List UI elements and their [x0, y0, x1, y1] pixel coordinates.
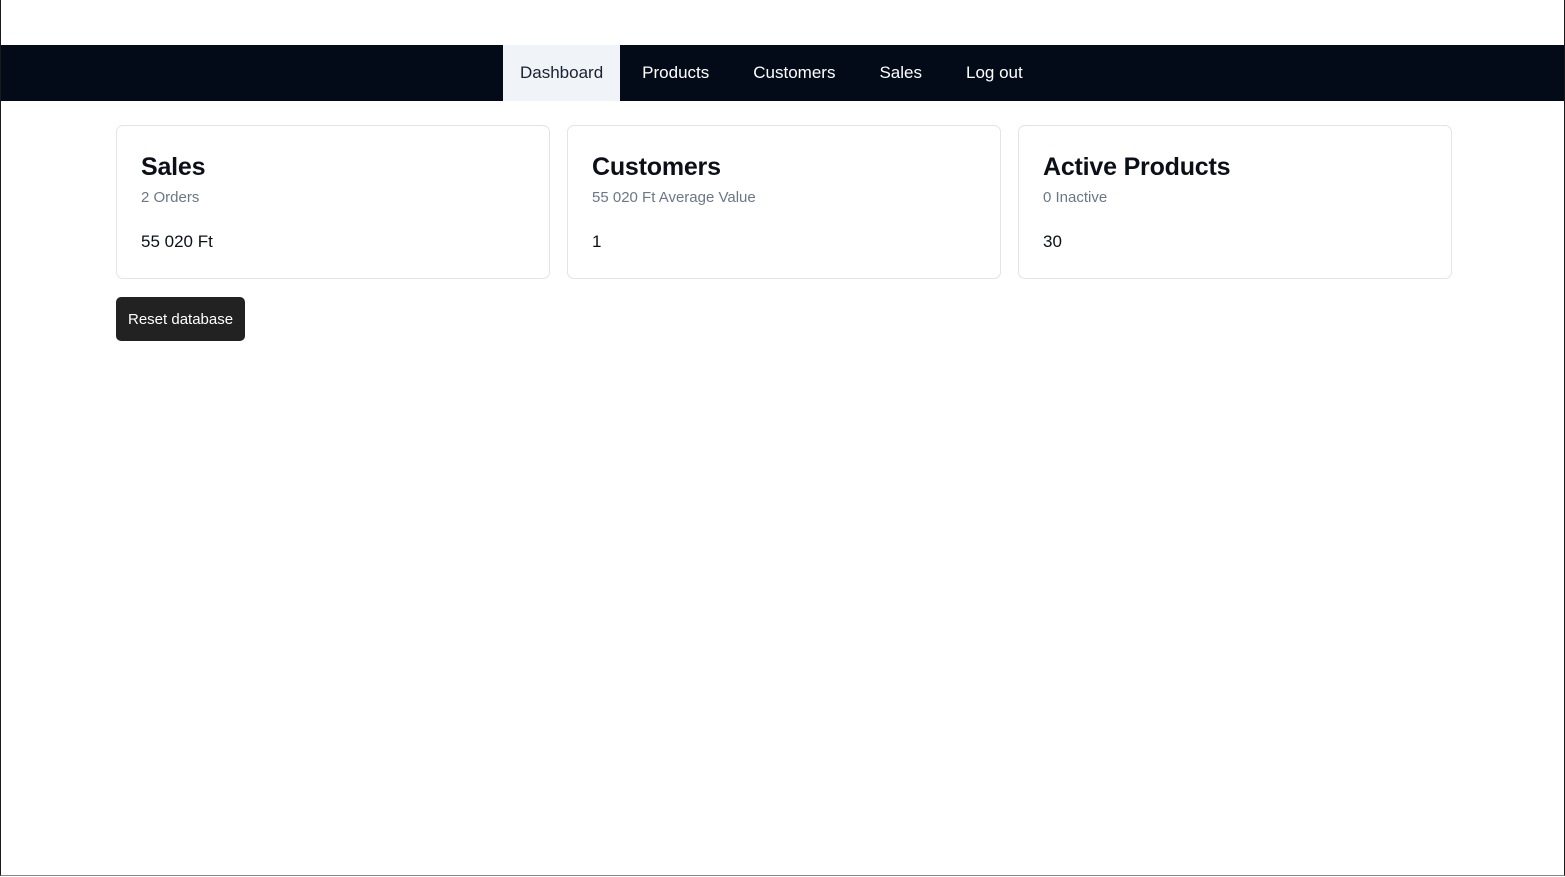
active-products-card: Active Products 0 Inactive 30: [1018, 125, 1452, 279]
card-subtitle: 0 Inactive: [1043, 189, 1108, 206]
summary-cards: Sales 2 Orders 55 020 Ft Customers 55 02…: [116, 125, 1452, 279]
sales-card: Sales 2 Orders 55 020 Ft: [116, 125, 550, 279]
main-nav: Dashboard Products Customers Sales Log o…: [503, 45, 1045, 101]
card-title: Sales: [141, 153, 206, 181]
card-title: Active Products: [1043, 153, 1231, 181]
customers-card: Customers 55 020 Ft Average Value 1: [567, 125, 1001, 279]
nav-products[interactable]: Products: [620, 45, 731, 101]
nav-logout[interactable]: Log out: [944, 45, 1045, 101]
nav-customers[interactable]: Customers: [731, 45, 857, 101]
nav-sales[interactable]: Sales: [857, 45, 944, 101]
app-window: Dashboard Products Customers Sales Log o…: [0, 0, 1565, 876]
card-title: Customers: [592, 153, 721, 181]
nav-dashboard[interactable]: Dashboard: [503, 45, 621, 101]
card-value: 30: [1043, 232, 1062, 251]
card-value: 1: [592, 232, 602, 251]
top-navbar: Dashboard Products Customers Sales Log o…: [1, 45, 1564, 101]
card-value: 55 020 Ft: [141, 232, 213, 251]
card-subtitle: 55 020 Ft Average Value: [592, 189, 756, 206]
reset-database-button[interactable]: Reset database: [116, 297, 246, 341]
card-subtitle: 2 Orders: [141, 189, 200, 206]
